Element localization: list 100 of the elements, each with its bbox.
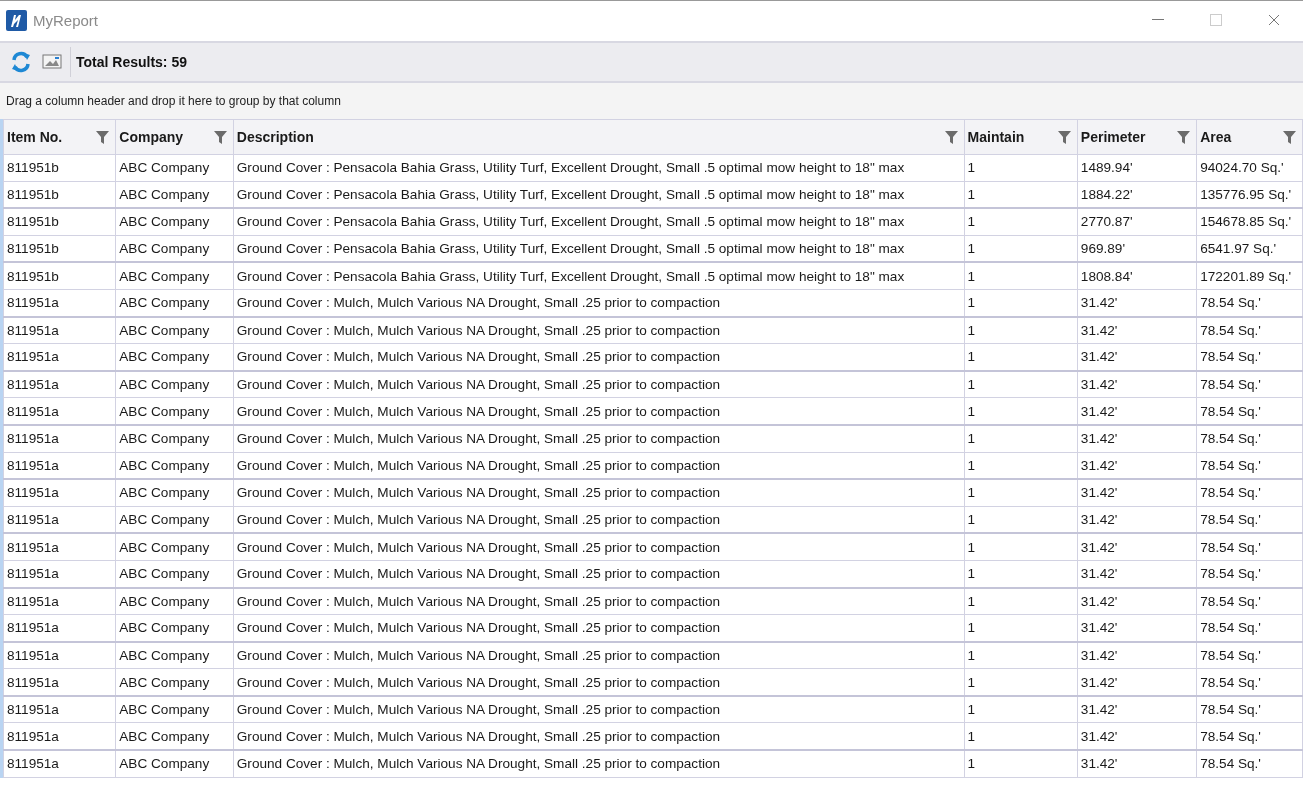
table-cell: Ground Cover : Mulch, Mulch Various NA Drought, Small .25 prior to compaction — [233, 641, 965, 669]
table-cell: 31.42' — [1077, 695, 1197, 723]
column-header[interactable]: Description — [233, 119, 965, 155]
table-cell: Ground Cover : Mulch, Mulch Various NA Drought, Small .25 prior to compaction — [233, 370, 965, 398]
table-cell: 1 — [964, 587, 1078, 615]
table-cell: 78.54 Sq.' — [1196, 289, 1303, 317]
filter-icon[interactable] — [1177, 130, 1191, 144]
table-cell: 31.42' — [1077, 452, 1197, 480]
table-cell: 1 — [964, 722, 1078, 751]
table-cell: 31.42' — [1077, 289, 1197, 317]
table-cell: 1 — [964, 560, 1078, 588]
table-cell: 1 — [964, 154, 1078, 182]
table-cell: 78.54 Sq.' — [1196, 750, 1303, 778]
table-cell: 811951a — [3, 424, 116, 453]
table-cell: Ground Cover : Mulch, Mulch Various NA Drought, Small .25 prior to compaction — [233, 668, 965, 696]
table-cell: Ground Cover : Mulch, Mulch Various NA Drought, Small .25 prior to compaction — [233, 316, 965, 344]
table-cell: 31.42' — [1077, 343, 1197, 371]
filter-icon[interactable] — [1283, 130, 1296, 144]
table-cell: Ground Cover : Pensacola Bahia Grass, Utility Turf, Excellent Drought, Small .5 optimal mow height to 18" max — [233, 235, 965, 263]
table-cell: 811951b — [3, 181, 116, 209]
table-cell: 811951a — [3, 343, 116, 371]
table-cell: Ground Cover : Mulch, Mulch Various NA Drought, Small .25 prior to compaction — [233, 750, 965, 778]
table-cell: ABC Company — [115, 479, 234, 507]
table-cell: ABC Company — [115, 668, 234, 696]
table-cell: 78.54 Sq.' — [1196, 560, 1303, 588]
table-cell: 1 — [964, 668, 1078, 696]
table-cell: Ground Cover : Mulch, Mulch Various NA Drought, Small .25 prior to compaction — [233, 506, 965, 534]
table-cell: 1808.84' — [1077, 262, 1197, 290]
table-cell: 78.54 Sq.' — [1196, 452, 1303, 480]
table-cell: Ground Cover : Mulch, Mulch Various NA Drought, Small .25 prior to compaction — [233, 533, 965, 561]
table-cell: ABC Company — [115, 750, 234, 778]
table-cell: 811951b — [3, 208, 116, 236]
table-cell: 135776.95 Sq.' — [1196, 181, 1303, 209]
table-cell: 811951b — [3, 235, 116, 263]
table-cell: 811951a — [3, 289, 116, 317]
table-cell: ABC Company — [115, 506, 234, 534]
table-cell: 811951a — [3, 370, 116, 398]
group-panel-hint: Drag a column header and drop it here to group by that column — [6, 94, 341, 108]
table-cell: 811951a — [3, 560, 116, 588]
table-cell: 1 — [964, 343, 1078, 371]
table-cell: 1884.22' — [1077, 181, 1197, 209]
table-cell: ABC Company — [115, 695, 234, 723]
table-cell: 31.42' — [1077, 587, 1197, 615]
column-header[interactable]: Perimeter — [1077, 119, 1197, 155]
export-image-button[interactable] — [40, 52, 64, 72]
table-cell: 94024.70 Sq.' — [1196, 154, 1303, 182]
minimize-icon[interactable] — [1152, 19, 1164, 21]
table-cell: 811951a — [3, 614, 116, 642]
table-cell: Ground Cover : Mulch, Mulch Various NA Drought, Small .25 prior to compaction — [233, 452, 965, 480]
table-cell: 811951a — [3, 750, 116, 778]
table-cell: 1 — [964, 479, 1078, 507]
table-cell: Ground Cover : Pensacola Bahia Grass, Utility Turf, Excellent Drought, Small .5 optimal mow height to 18" max — [233, 181, 965, 209]
table-cell: 78.54 Sq.' — [1196, 722, 1303, 751]
table-cell: Ground Cover : Mulch, Mulch Various NA Drought, Small .25 prior to compaction — [233, 289, 965, 317]
filter-icon[interactable] — [213, 130, 227, 144]
window-title: MyReport — [33, 11, 100, 29]
table-cell: Ground Cover : Mulch, Mulch Various NA Drought, Small .25 prior to compaction — [233, 397, 965, 425]
table-cell: ABC Company — [115, 397, 234, 425]
filter-icon[interactable] — [944, 130, 958, 144]
table-cell: 31.42' — [1077, 397, 1197, 425]
table-cell: 1 — [964, 506, 1078, 534]
column-header[interactable]: Item No. — [3, 119, 116, 155]
table-cell: 1489.94' — [1077, 154, 1197, 182]
table-cell: 811951a — [3, 587, 116, 615]
table-cell: ABC Company — [115, 181, 234, 209]
close-icon[interactable] — [1268, 14, 1280, 26]
table-cell: 78.54 Sq.' — [1196, 506, 1303, 534]
table-cell: 31.42' — [1077, 668, 1197, 696]
table-cell: 154678.85 Sq.' — [1196, 208, 1303, 236]
table-cell: 811951a — [3, 695, 116, 723]
table-cell: ABC Company — [115, 370, 234, 398]
table-cell: ABC Company — [115, 614, 234, 642]
column-header[interactable]: Company — [115, 119, 234, 155]
table-cell: 1 — [964, 452, 1078, 480]
table-cell: ABC Company — [115, 452, 234, 480]
table-cell: 78.54 Sq.' — [1196, 614, 1303, 642]
table-cell: 2770.87' — [1077, 208, 1197, 236]
table-cell: 78.54 Sq.' — [1196, 316, 1303, 344]
table-cell: 1 — [964, 370, 1078, 398]
table-cell: ABC Company — [115, 560, 234, 588]
table-cell: 78.54 Sq.' — [1196, 479, 1303, 507]
table-cell: ABC Company — [115, 316, 234, 344]
table-cell: 1 — [964, 181, 1078, 209]
table-cell: 31.42' — [1077, 533, 1197, 561]
table-cell: 811951a — [3, 397, 116, 425]
table-cell: 31.42' — [1077, 722, 1197, 751]
column-header[interactable]: Maintain — [964, 119, 1078, 155]
table-cell: 811951a — [3, 479, 116, 507]
table-cell: 172201.89 Sq.' — [1196, 262, 1303, 290]
table-cell: 78.54 Sq.' — [1196, 695, 1303, 723]
table-cell: 1 — [964, 750, 1078, 778]
table-cell: Ground Cover : Mulch, Mulch Various NA Drought, Small .25 prior to compaction — [233, 695, 965, 723]
column-header[interactable]: Area — [1196, 119, 1303, 155]
filter-icon[interactable] — [1057, 130, 1071, 144]
table-cell: 31.42' — [1077, 750, 1197, 778]
table-cell: ABC Company — [115, 262, 234, 290]
table-cell: 78.54 Sq.' — [1196, 668, 1303, 696]
table-cell: ABC Company — [115, 289, 234, 317]
table-cell: 811951a — [3, 668, 116, 696]
filter-icon[interactable] — [96, 130, 110, 144]
